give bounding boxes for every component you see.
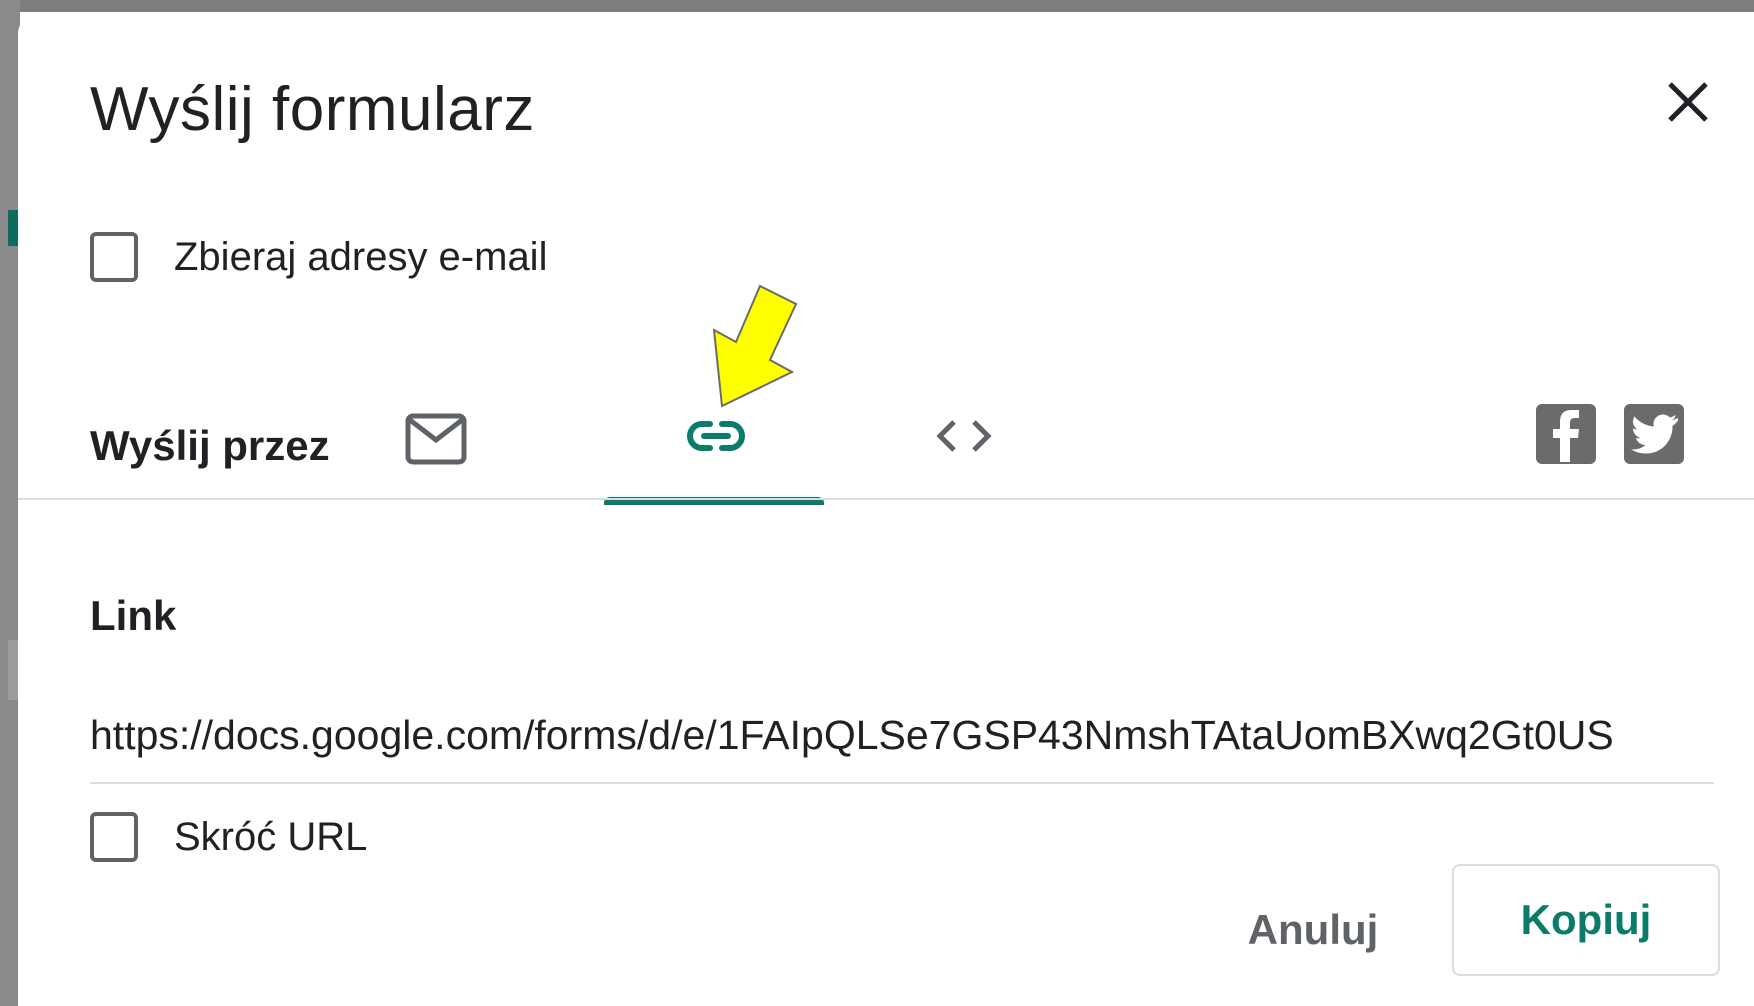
shorten-url-label: Skróć URL — [174, 814, 368, 859]
tabs-divider — [18, 498, 1754, 500]
dialog-title: Wyślij formularz — [90, 75, 535, 144]
facebook-icon — [1553, 410, 1579, 462]
close-button[interactable] — [1658, 72, 1718, 132]
link-url-field[interactable]: https://docs.google.com/forms/d/e/1FAIpQ… — [90, 712, 1714, 784]
close-icon — [1668, 82, 1708, 122]
tab-embed[interactable] — [824, 392, 1044, 506]
share-twitter-button[interactable] — [1624, 404, 1684, 464]
link-heading: Link — [90, 592, 177, 639]
cancel-button[interactable]: Anuluj — [1228, 874, 1398, 986]
twitter-icon — [1631, 414, 1678, 454]
send-via-label: Wyślij przez — [90, 422, 330, 469]
link-icon — [687, 421, 745, 451]
background-top-edge — [0, 0, 1754, 12]
collect-emails-checkbox[interactable] — [90, 232, 138, 282]
tab-email[interactable] — [382, 392, 602, 506]
send-via-row: Wyślij przez — [18, 392, 1754, 512]
yellow-arrow-icon — [712, 284, 798, 408]
send-form-dialog: Wyślij formularz Zbieraj adresy e-mail W… — [18, 12, 1754, 1006]
shorten-url-row[interactable]: Skróć URL — [90, 812, 367, 862]
embed-code-icon — [936, 420, 992, 452]
copy-button[interactable]: Kopiuj — [1452, 864, 1720, 976]
collect-emails-label: Zbieraj adresy e-mail — [174, 234, 548, 279]
shorten-url-checkbox[interactable] — [90, 812, 138, 862]
background-left-edge — [0, 0, 20, 1006]
share-facebook-button[interactable] — [1536, 404, 1596, 464]
collect-emails-row[interactable]: Zbieraj adresy e-mail — [90, 232, 547, 282]
email-icon — [405, 413, 467, 465]
